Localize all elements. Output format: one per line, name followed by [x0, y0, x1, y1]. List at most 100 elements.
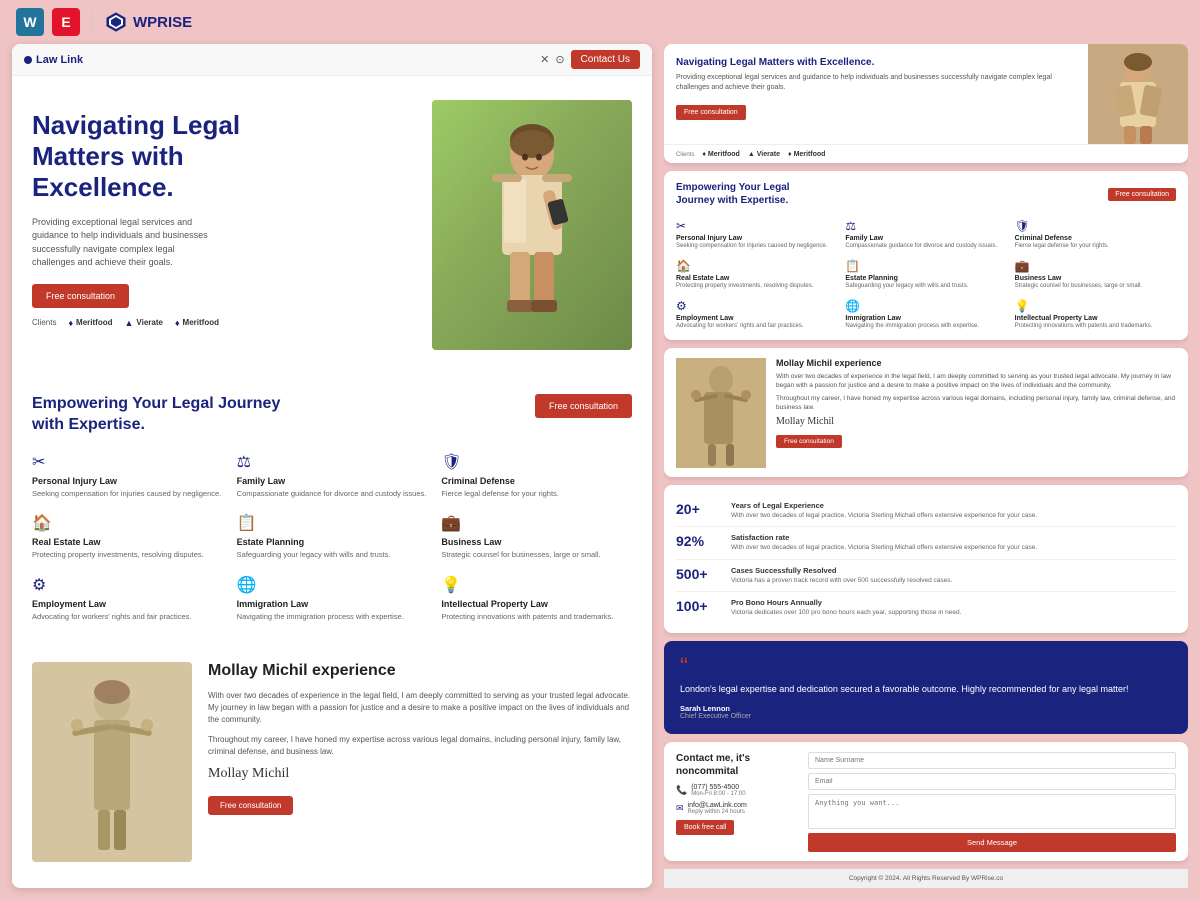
- x-icon[interactable]: ✕: [540, 53, 549, 66]
- rp-hero-desc: Providing exceptional legal services and…: [676, 73, 1076, 93]
- email-input[interactable]: [808, 773, 1176, 790]
- rp-stats-card: 20+ Years of Legal Experience With over …: [664, 485, 1188, 633]
- rp-hero-cta-button[interactable]: Free consultation: [676, 105, 746, 120]
- contact-email: info@LawLink.com: [688, 802, 747, 809]
- experience-title: Mollay Michil experience: [208, 662, 632, 680]
- rp-house-icon: 🏠: [676, 259, 837, 273]
- client-meritfood-1: ♦ Meritfood: [68, 318, 112, 328]
- stat-num-probono: 100+: [676, 598, 721, 614]
- rp-contact-form: Send Message: [808, 752, 1176, 852]
- rp-hero-image: [1088, 44, 1188, 144]
- client-meritfood-2: ♦ Meritfood: [175, 318, 219, 328]
- book-call-button[interactable]: Book free call: [676, 820, 734, 835]
- stat-row-cases: 500+ Cases Successfully Resolved Victori…: [676, 560, 1176, 592]
- instagram-icon[interactable]: ⊙: [555, 53, 564, 66]
- email-icon: ✉: [676, 803, 684, 814]
- rp-client-1: ♦Meritfood: [702, 151, 739, 158]
- toolbar: W E WPRISE: [0, 0, 1200, 44]
- testimonial-text: London's legal expertise and dedication …: [680, 683, 1172, 696]
- rp-briefcase-icon: 💼: [1015, 259, 1176, 273]
- practice-item-family-law: ⚖ Family Law Compassionate guidance for …: [237, 452, 428, 500]
- globe-icon: 🌐: [237, 575, 428, 595]
- practice-item-immigration-law: 🌐 Immigration Law Navigating the immigra…: [237, 575, 428, 623]
- services-title: Empowering Your Legal Journey with Exper…: [32, 394, 292, 436]
- practice-item-real-estate: 🏠 Real Estate Law Protecting property in…: [32, 513, 223, 561]
- rp-testimonial-card: “ London's legal expertise and dedicatio…: [664, 641, 1188, 734]
- practice-item-business-law: 💼 Business Law Strategic counsel for bus…: [441, 513, 632, 561]
- contact-us-button[interactable]: Contact Us: [571, 50, 640, 69]
- rp-hero-content: Navigating Legal Matters with Excellence…: [664, 44, 1088, 144]
- rp-hero-title: Navigating Legal Matters with Excellence…: [676, 56, 1076, 69]
- experience-section: Mollay Michil experience With over two d…: [12, 642, 652, 882]
- stat-info-cases: Cases Successfully Resolved Victoria has…: [731, 566, 952, 585]
- rp-experience-card: Mollay Michil experience With over two d…: [664, 348, 1188, 477]
- rp-exp-cta-button[interactable]: Free consultation: [776, 435, 842, 448]
- stat-info-experience: Years of Legal Experience With over two …: [731, 501, 1037, 520]
- briefcase-icon: 💼: [441, 513, 632, 533]
- stat-row-satisfaction: 92% Satisfaction rate With over two deca…: [676, 527, 1176, 559]
- experience-para1: With over two decades of experience in t…: [208, 690, 632, 726]
- main-layout: Law Link ✕ ⊙ Contact Us Navigating Legal…: [0, 44, 1200, 900]
- rp-balance-icon: ⚖: [845, 219, 1006, 233]
- rp-services-grid: ✂ Personal Injury Law Seeking compensati…: [664, 213, 1188, 339]
- browser-bar: Law Link ✕ ⊙ Contact Us: [12, 44, 652, 76]
- testimonial-role: Chief Executive Officer: [680, 713, 1172, 720]
- rp-scissors-icon: ✂: [676, 219, 837, 233]
- site-logo: Law Link: [24, 54, 83, 66]
- rp-clients: Clients ♦Meritfood ▲Vierate ♦Meritfood: [664, 144, 1188, 163]
- rp-service-estate-planning: 📋 Estate Planning Safeguarding your lega…: [845, 259, 1006, 291]
- rp-services-title: Empowering Your Legal Journey with Exper…: [676, 181, 826, 207]
- experience-image: [32, 662, 192, 862]
- contact-hours: Mon-Fri 8:00 - 17:00: [691, 791, 745, 797]
- client-vierate: ▲ Vierate: [124, 318, 162, 328]
- rp-clipboard-icon: 📋: [845, 259, 1006, 273]
- practice-item-ip-law: 💡 Intellectual Property Law Protecting i…: [441, 575, 632, 623]
- quote-mark: “: [680, 655, 1172, 679]
- stat-row-experience: 20+ Years of Legal Experience With over …: [676, 495, 1176, 527]
- rp-gear-icon: ⚙: [676, 299, 837, 313]
- rp-hero-card: Navigating Legal Matters with Excellence…: [664, 44, 1188, 163]
- practice-item-employment-law: ⚙ Employment Law Advocating for workers'…: [32, 575, 223, 623]
- practice-item-criminal-defense: 🛡 Criminal Defense Fierce legal defense …: [441, 452, 632, 500]
- services-cta-button[interactable]: Free consultation: [535, 394, 632, 418]
- hero-image: [432, 100, 632, 350]
- scissors-icon: ✂: [32, 452, 223, 472]
- rp-service-family-law: ⚖ Family Law Compassionate guidance for …: [845, 219, 1006, 251]
- rp-exp-content: Mollay Michil experience With over two d…: [776, 358, 1176, 468]
- rp-client-3: ♦Meritfood: [788, 151, 825, 158]
- rp-shield-icon: 🛡: [1015, 219, 1176, 233]
- stat-row-probono: 100+ Pro Bono Hours Annually Victoria de…: [676, 592, 1176, 623]
- practice-grid: ✂ Personal Injury Law Seeking compensati…: [32, 452, 632, 623]
- rp-service-business-law: 💼 Business Law Strategic counsel for bus…: [1015, 259, 1176, 291]
- footer: Copyright © 2024. All Rights Reserved By…: [664, 869, 1188, 888]
- services-header: Empowering Your Legal Journey with Exper…: [32, 394, 632, 436]
- experience-cta-button[interactable]: Free consultation: [208, 796, 293, 815]
- hero-section: Navigating Legal Matters with Excellence…: [12, 76, 652, 374]
- left-panel: Law Link ✕ ⊙ Contact Us Navigating Legal…: [12, 44, 652, 888]
- rp-globe-icon: 🌐: [845, 299, 1006, 313]
- elementor-icon[interactable]: E: [52, 8, 80, 36]
- rp-contact-info: Contact me, it's noncommital 📞 (077) 555…: [676, 752, 796, 852]
- services-section: Empowering Your Legal Journey with Exper…: [12, 374, 652, 642]
- contact-phone: (077) 555-4500: [691, 784, 745, 791]
- rp-exp: Mollay Michil experience With over two d…: [664, 348, 1188, 477]
- rp-contact-title: Contact me, it's noncommital: [676, 752, 796, 778]
- stat-num-cases: 500+: [676, 566, 721, 582]
- clipboard-icon: 📋: [237, 513, 428, 533]
- name-input[interactable]: [808, 752, 1176, 769]
- rp-services-cta-button[interactable]: Free consultation: [1108, 188, 1176, 201]
- practice-item-personal-injury: ✂ Personal Injury Law Seeking compensati…: [32, 452, 223, 500]
- phone-icon: 📞: [676, 785, 687, 796]
- message-textarea[interactable]: [808, 794, 1176, 829]
- hero-title: Navigating Legal Matters with Excellence…: [32, 110, 416, 204]
- rp-service-ip: 💡 Intellectual Property Law Protecting i…: [1015, 299, 1176, 331]
- contact-phone-item: 📞 (077) 555-4500 Mon-Fri 8:00 - 17:00: [676, 784, 796, 797]
- hero-description: Providing exceptional legal services and…: [32, 216, 212, 270]
- shield-icon: 🛡: [441, 452, 632, 472]
- hero-cta-button[interactable]: Free consultation: [32, 284, 129, 308]
- rp-signature: Mollay Michil: [776, 416, 1176, 427]
- wordpress-icon[interactable]: W: [16, 8, 44, 36]
- rp-hero: Navigating Legal Matters with Excellence…: [664, 44, 1188, 144]
- stat-info-satisfaction: Satisfaction rate With over two decades …: [731, 533, 1037, 552]
- send-message-button[interactable]: Send Message: [808, 833, 1176, 852]
